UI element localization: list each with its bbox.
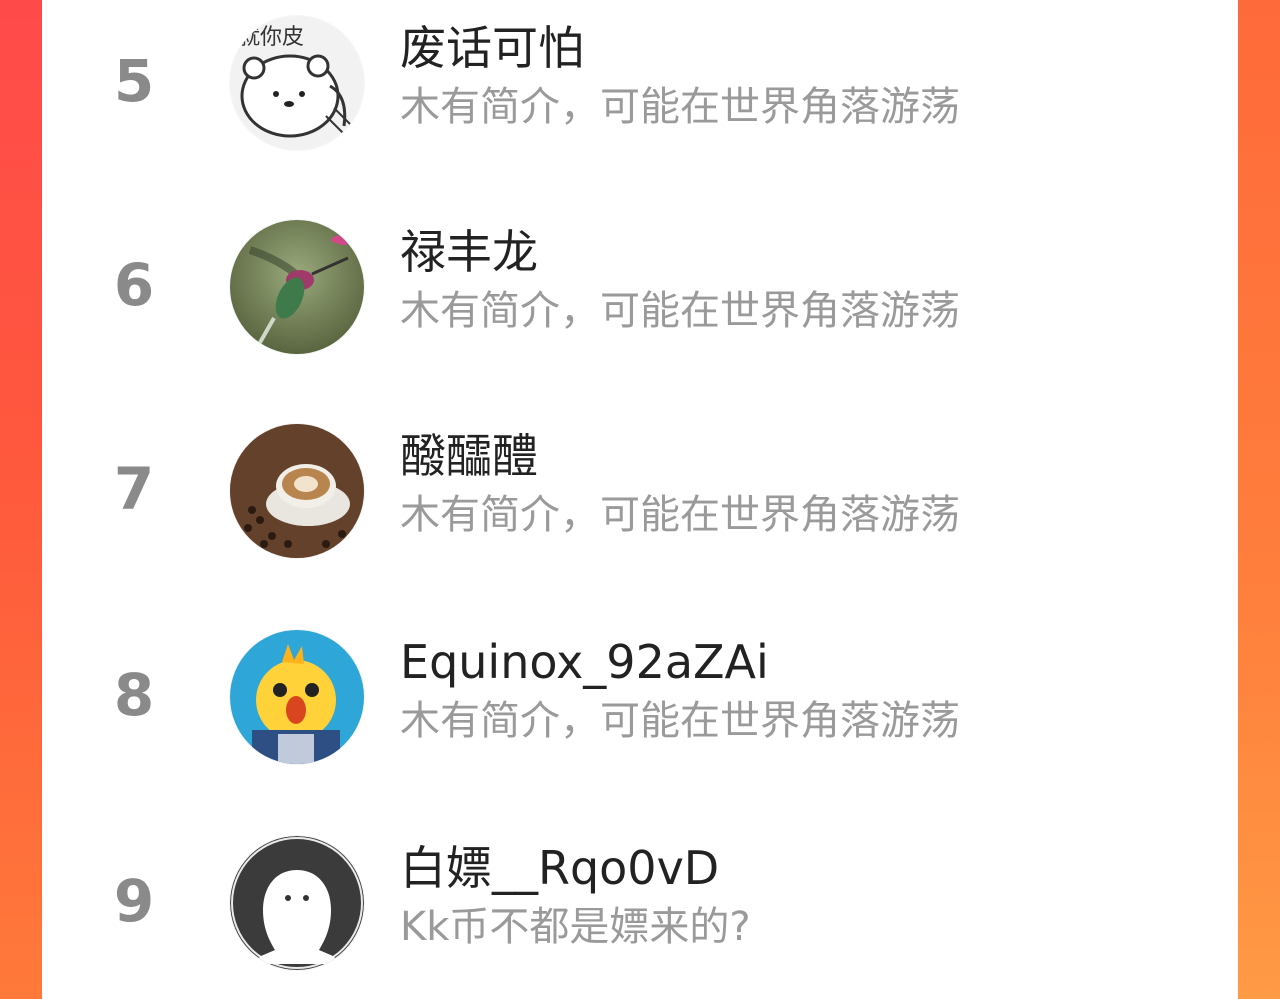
user-avatar[interactable]: 就你皮 xyxy=(230,16,364,150)
page: 5 就你皮 废话可怕 木有简介，可能在世界角落游荡 6 禄丰龙 木有简介，可能在… xyxy=(0,0,1280,999)
user-name[interactable]: Equinox_92aZAi xyxy=(400,632,769,692)
user-avatar[interactable] xyxy=(230,836,364,970)
ranking-row[interactable]: 8 Equinox_92aZAi 木有简介，可能在世界角落游荡 xyxy=(42,620,1238,780)
user-name[interactable]: 废话可怕 xyxy=(400,18,584,78)
user-avatar[interactable] xyxy=(230,630,364,764)
default-ghost-avatar-icon xyxy=(230,836,364,970)
ranking-row[interactable]: 7 醱醽醴 木有简介，可能在世界角落游荡 xyxy=(42,414,1238,574)
cartoon-bear-sketch-avatar-icon: 就你皮 xyxy=(230,16,364,150)
ranking-row[interactable]: 5 就你皮 废话可怕 木有简介，可能在世界角落游荡 xyxy=(42,6,1238,166)
user-avatar[interactable] xyxy=(230,220,364,354)
rank-number: 6 xyxy=(113,251,155,319)
user-name[interactable]: 白嫖__Rqo0vD xyxy=(400,838,719,898)
rank-number: 9 xyxy=(113,867,155,935)
rank-number: 8 xyxy=(113,661,155,729)
yellow-chick-avatar-icon xyxy=(230,630,364,764)
user-bio: 木有简介，可能在世界角落游荡 xyxy=(400,492,960,538)
ranking-list: 5 就你皮 废话可怕 木有简介，可能在世界角落游荡 6 禄丰龙 木有简介，可能在… xyxy=(42,0,1238,999)
rank-number: 5 xyxy=(113,47,155,115)
user-bio: Kk币不都是嫖来的? xyxy=(400,904,751,950)
coffee-cup-photo-avatar-icon xyxy=(230,424,364,558)
ranking-row[interactable]: 6 禄丰龙 木有简介，可能在世界角落游荡 xyxy=(42,210,1238,370)
avatar-text: 就你皮 xyxy=(238,25,304,50)
rank-number: 7 xyxy=(113,455,155,523)
user-avatar[interactable] xyxy=(230,424,364,558)
user-bio: 木有简介，可能在世界角落游荡 xyxy=(400,84,960,130)
user-bio: 木有简介，可能在世界角落游荡 xyxy=(400,288,960,334)
user-name[interactable]: 醱醽醴 xyxy=(400,426,538,486)
hummingbird-photo-avatar-icon xyxy=(230,220,364,354)
ranking-row[interactable]: 9 白嫖__Rqo0vD Kk币不都是嫖来的? xyxy=(42,826,1238,986)
user-bio: 木有简介，可能在世界角落游荡 xyxy=(400,698,960,744)
user-name[interactable]: 禄丰龙 xyxy=(400,222,538,282)
